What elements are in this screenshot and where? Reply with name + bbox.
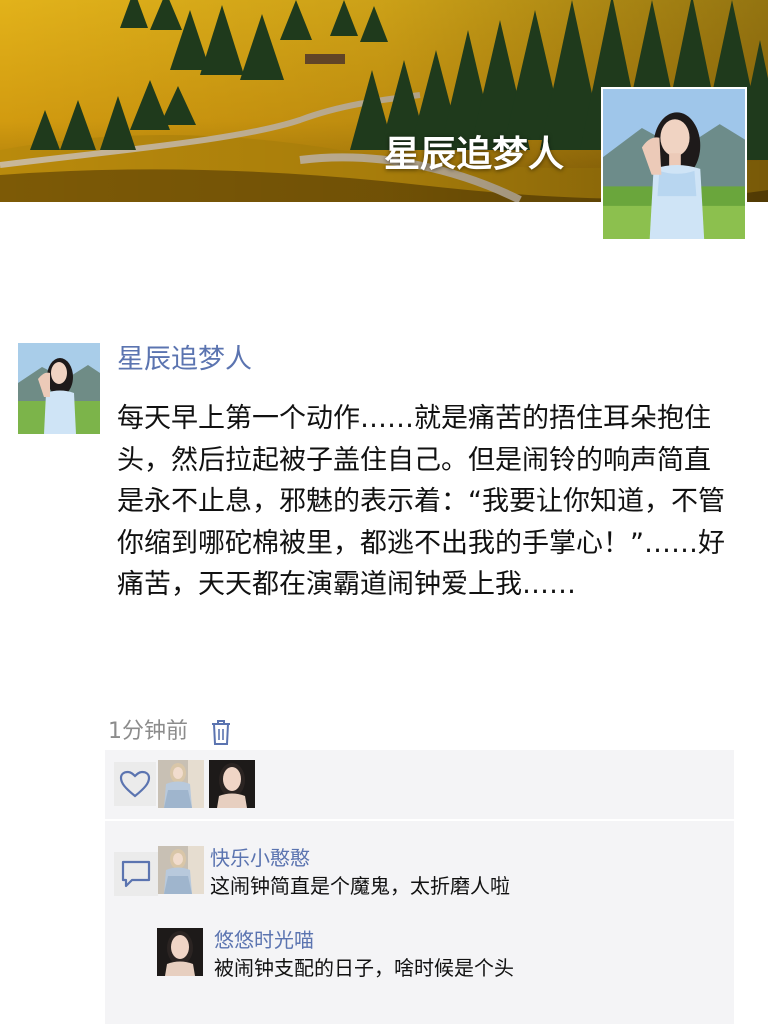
post-content: 每天早上第一个动作……就是痛苦的捂住耳朵抱住头，然后拉起被子盖住自己。但是闹铃的…: [117, 403, 725, 600]
likes-comments-divider: [105, 819, 734, 821]
commenter-name[interactable]: 悠悠时光喵: [214, 926, 314, 954]
cover-user-name[interactable]: 星辰追梦人: [384, 130, 564, 180]
comment-button[interactable]: [114, 852, 158, 896]
liker-avatar[interactable]: [209, 760, 255, 808]
post-author-avatar[interactable]: [18, 343, 100, 434]
liker-avatar[interactable]: [158, 760, 204, 808]
comment-text: 这闹钟简直是个魔鬼，太折磨人啦: [210, 874, 510, 898]
comment-text: 被闹钟支配的日子，啥时候是个头: [214, 956, 514, 980]
author-avatar-portrait: [18, 343, 100, 434]
like-button[interactable]: [114, 762, 156, 806]
post-meta: 1分钟前: [108, 714, 232, 750]
trash-icon[interactable]: [210, 718, 232, 746]
avatar-portrait: [603, 89, 745, 239]
liker-avatar-image: [158, 760, 204, 808]
heart-icon: [119, 770, 151, 798]
liker-avatar-image: [209, 760, 255, 808]
comment-icon: [121, 860, 151, 888]
commenter-avatar[interactable]: [157, 928, 203, 976]
interaction-panel: 快乐小憨憨 这闹钟简直是个魔鬼，太折磨人啦 悠悠时光喵 被闹钟支配的日子，啥时候…: [105, 750, 734, 1024]
likes-row: [105, 750, 734, 816]
post-author-name[interactable]: 星辰追梦人: [117, 340, 252, 380]
commenter-name[interactable]: 快乐小憨憨: [210, 844, 310, 872]
commenter-avatar-image: [158, 846, 204, 894]
commenter-avatar-image: [157, 928, 203, 976]
commenter-avatar[interactable]: [158, 846, 204, 894]
profile-avatar[interactable]: [601, 87, 747, 241]
post-time: 1分钟前: [108, 719, 188, 744]
